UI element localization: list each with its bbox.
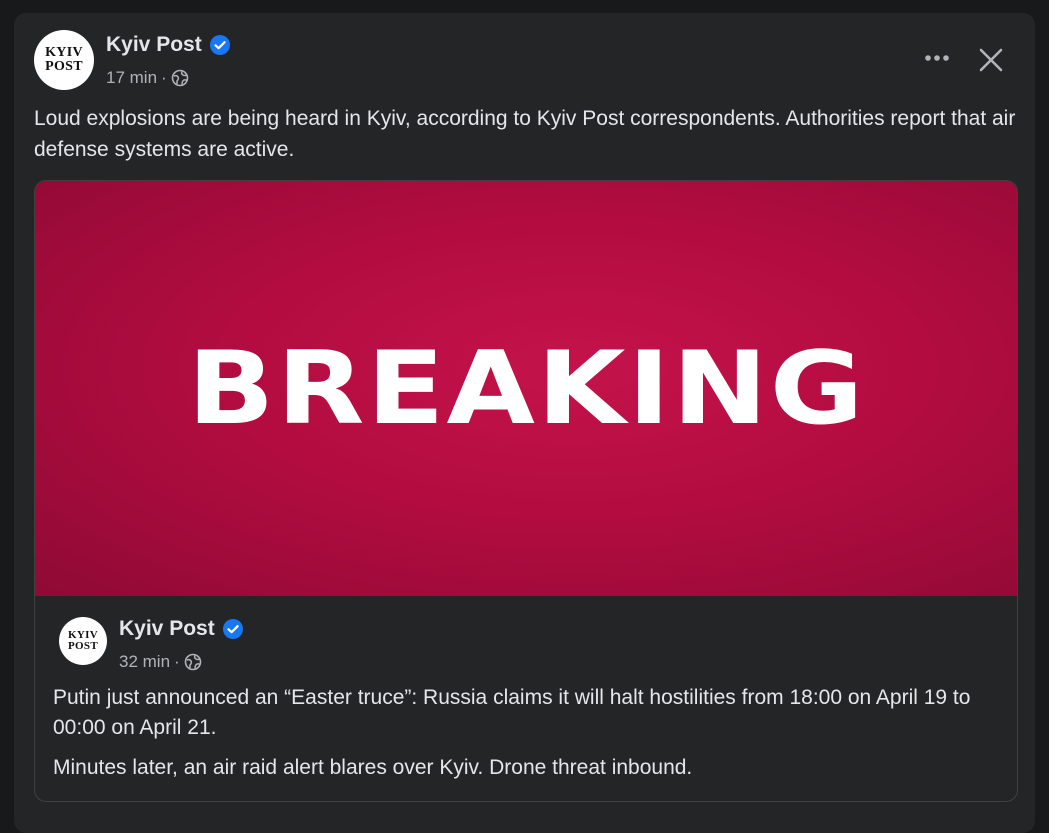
shared-globe-icon [184,653,202,671]
shared-author-name-row: Kyiv Post [119,617,243,641]
shared-author-name[interactable]: Kyiv Post [119,617,215,641]
shared-post-paragraph-1: Putin just announced an “Easter truce”: … [53,686,971,739]
close-button[interactable] [974,43,1008,77]
avatar-text-line2: POST [45,59,83,74]
shared-post-meta: 32 min · [119,652,202,672]
shared-post[interactable]: BREAKING KYIV POST Kyiv Post 32 min · Pu… [34,180,1018,802]
more-horizontal-icon [925,55,949,61]
shared-post-paragraph-2: Minutes later, an air raid alert blares … [53,756,693,779]
shared-avatar-text-line2: POST [68,640,98,652]
post-meta: 17 min · [106,68,189,88]
verified-badge-icon [209,35,230,55]
avatar-text-line1: KYIV [45,45,83,60]
author-name[interactable]: Kyiv Post [106,33,202,57]
author-name-row: Kyiv Post [106,33,230,57]
globe-icon [171,69,189,87]
post-timestamp[interactable]: 17 min [106,68,157,88]
breaking-image-text: BREAKING [186,330,866,447]
close-icon [979,48,1003,72]
post-card: KYIV POST Kyiv Post 17 min · Loud explos… [14,13,1035,833]
shared-avatar[interactable]: KYIV POST [59,617,107,665]
breaking-news-image[interactable]: BREAKING [35,181,1017,596]
shared-meta-separator: · [174,652,180,671]
avatar[interactable]: KYIV POST [34,30,94,90]
shared-verified-badge-icon [222,619,243,639]
more-options-button[interactable] [922,43,952,73]
meta-separator: · [161,68,167,87]
post-text: Loud explosions are being heard in Kyiv,… [34,107,1016,161]
shared-post-timestamp[interactable]: 32 min [119,652,170,672]
